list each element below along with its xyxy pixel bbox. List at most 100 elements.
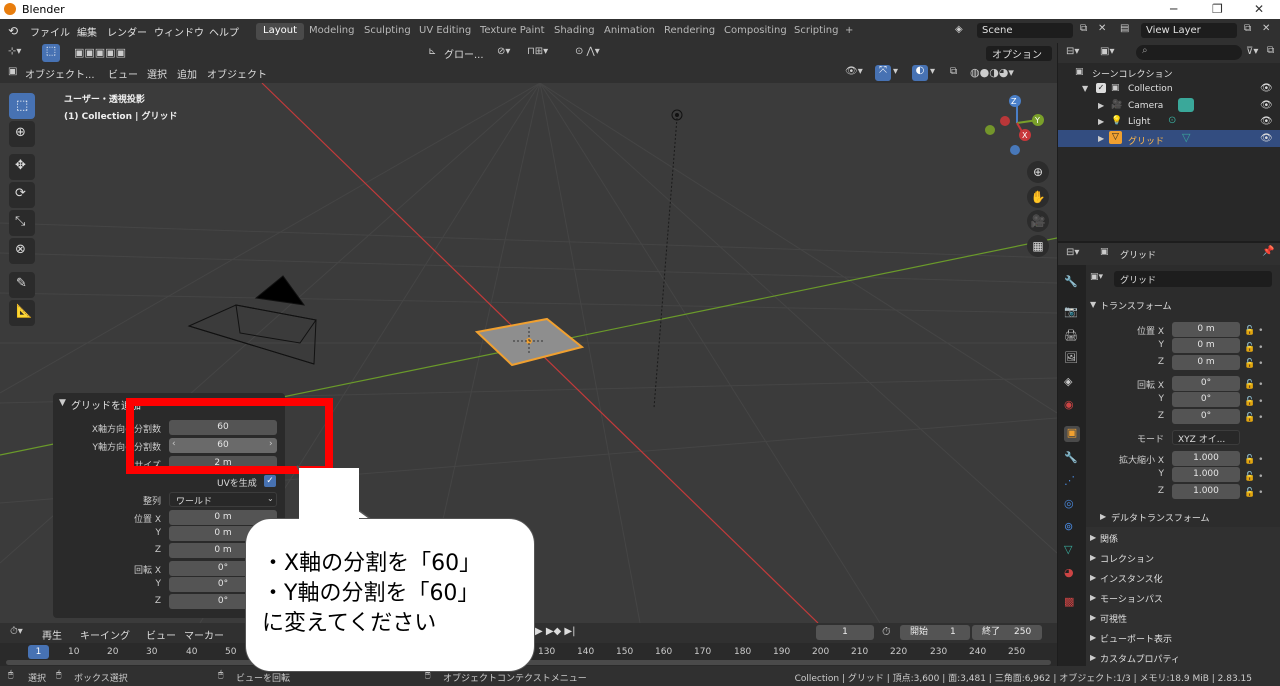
overlay-dropdown-icon[interactable]: ▾ (930, 66, 935, 77)
add-workspace-button[interactable]: + (838, 23, 860, 40)
proportional-edit-icon[interactable]: ⊙ ⋀▾ (575, 46, 600, 57)
tab-sculpting[interactable]: Sculpting (357, 23, 418, 40)
view-layer-field[interactable]: View Layer (1141, 23, 1237, 38)
menu-window[interactable]: ウィンドウ (154, 24, 204, 39)
camera-view-button[interactable]: 🎥 (1027, 210, 1049, 232)
lock-icons-column[interactable]: 🔓 • 🔓 • 🔓 • (1244, 377, 1263, 427)
physics-tab-icon[interactable]: ◎ (1064, 497, 1080, 513)
expand-arrow-icon[interactable]: ▶ (1098, 117, 1104, 126)
tool-tab-icon[interactable]: 🔧 (1064, 275, 1080, 291)
render-tab-icon[interactable]: 📷 (1064, 305, 1080, 321)
ortho-toggle-button[interactable]: ▦ (1027, 235, 1049, 257)
delta-transform-panel[interactable]: デルタトランスフォーム (1111, 511, 1210, 524)
collections-panel[interactable]: コレクション (1100, 552, 1154, 565)
menu-marker[interactable]: マーカー (184, 627, 224, 642)
prop-scale-y-field[interactable]: 1.000 (1172, 467, 1240, 482)
collection-checkbox[interactable]: ✓ (1096, 83, 1106, 93)
align-select[interactable]: ワールド (169, 492, 277, 507)
outliner-editor-icon[interactable]: ⊟▾ (1066, 46, 1079, 57)
eye-icon[interactable]: 👁 (1260, 116, 1273, 127)
lock-icons-column[interactable]: 🔓 • 🔓 • 🔓 • (1244, 323, 1263, 373)
custom-properties-panel[interactable]: カスタムプロパティ (1100, 652, 1180, 665)
scene-tab-icon[interactable]: ◈ (1064, 375, 1080, 391)
generate-uv-checkbox[interactable]: ✓ (264, 475, 276, 487)
scene-collection-label[interactable]: シーンコレクション (1092, 67, 1173, 80)
mode-select[interactable]: オブジェクト... (25, 66, 95, 81)
material-tab-icon[interactable]: ◕ (1064, 566, 1080, 582)
eye-icon[interactable]: 👁 (1260, 100, 1273, 111)
constraints-tab-icon[interactable]: ⊚ (1064, 520, 1080, 536)
output-tab-icon[interactable]: 🖨 (1064, 329, 1080, 345)
display-mode-icon[interactable]: ▣▾ (1100, 46, 1114, 57)
expand-arrow-icon[interactable]: ▶ (1098, 101, 1104, 110)
prop-rotation-x-field[interactable]: 0° (1172, 376, 1240, 391)
view-layer-tab-icon[interactable]: 🖼 (1064, 351, 1080, 367)
tab-animation[interactable]: Animation (597, 23, 662, 40)
tab-shading[interactable]: Shading (547, 23, 602, 40)
new-collection-icon[interactable]: ⧉ (1267, 45, 1274, 56)
menu-keying[interactable]: キーイング (80, 627, 130, 642)
prop-location-z-field[interactable]: 0 m (1172, 355, 1240, 370)
expand-arrow-icon[interactable]: ▶ (1090, 633, 1096, 642)
new-view-layer-icon[interactable]: ⧉ (1244, 23, 1251, 34)
outliner-item-camera[interactable]: Camera (1128, 101, 1163, 111)
expand-arrow-icon[interactable]: ▶ (1090, 593, 1096, 602)
expand-arrow-icon[interactable]: ▶ (1090, 533, 1096, 542)
menu-object[interactable]: オブジェクト (207, 66, 267, 81)
menu-playback[interactable]: 再生 (42, 627, 62, 642)
tab-modeling[interactable]: Modeling (302, 23, 362, 40)
expand-arrow-icon[interactable]: ▶ (1090, 553, 1096, 562)
menu-file[interactable]: ファイル (30, 24, 70, 39)
motion-paths-panel[interactable]: モーションパス (1100, 592, 1163, 605)
object-name-field[interactable]: グリッド (1114, 271, 1272, 287)
transform-tool-button[interactable]: ⊗ (9, 238, 35, 264)
blender-menu-icon[interactable]: ⟲ (8, 24, 18, 38)
pivot-point-icon[interactable]: ⊘▾ (497, 46, 510, 57)
delete-view-layer-icon[interactable]: ✕ (1262, 23, 1270, 34)
zoom-button[interactable]: ⊕ (1027, 161, 1049, 183)
eye-icon[interactable]: 👁 (1260, 83, 1273, 94)
transform-panel-title[interactable]: トランスフォーム (1100, 299, 1172, 312)
move-tool-button[interactable]: ✥ (9, 154, 35, 180)
annotate-tool-button[interactable]: ✎ (9, 272, 35, 298)
rotate-tool-button[interactable]: ⟳ (9, 182, 35, 208)
tab-rendering[interactable]: Rendering (657, 23, 722, 40)
expand-arrow-icon[interactable]: ▼ (1090, 300, 1096, 309)
relations-panel[interactable]: 関係 (1100, 532, 1118, 545)
expand-arrow-icon[interactable]: ▶ (1090, 653, 1096, 662)
menu-add[interactable]: 追加 (177, 66, 197, 81)
prop-rotation-y-field[interactable]: 0° (1172, 392, 1240, 407)
end-frame-field[interactable]: 終了 250 (972, 625, 1042, 640)
texture-tab-icon[interactable]: ▩ (1064, 595, 1080, 611)
prop-rotation-z-field[interactable]: 0° (1172, 409, 1240, 424)
visibility-panel[interactable]: 可視性 (1100, 612, 1127, 625)
close-button[interactable]: ✕ (1254, 2, 1264, 16)
expand-arrow-icon[interactable]: ▶ (1090, 613, 1096, 622)
panel-collapse-icon[interactable]: ▼ (59, 398, 66, 408)
shading-mode-icons[interactable]: ◍●◑◕▾ (970, 66, 1014, 79)
gizmo-toggle-icon[interactable]: ⤧ (875, 65, 891, 81)
lock-icons-column[interactable]: 🔓 • 🔓 • 🔓 • (1244, 452, 1263, 502)
tab-scripting[interactable]: Scripting (787, 23, 845, 40)
expand-arrow-icon[interactable]: ▶ (1098, 134, 1104, 143)
outliner-item-grid[interactable]: グリッド (1128, 134, 1164, 147)
maximize-button[interactable]: ❐ (1212, 2, 1223, 16)
world-tab-icon[interactable]: ◉ (1064, 398, 1080, 414)
delete-scene-icon[interactable]: ✕ (1098, 23, 1106, 34)
rotation-mode-select[interactable]: XYZ オイ... (1172, 430, 1240, 445)
scale-tool-button[interactable]: ⤡ (9, 210, 35, 236)
stopwatch-icon[interactable]: ⏱ (882, 625, 891, 639)
tab-compositing[interactable]: Compositing (717, 23, 794, 40)
prop-location-y-field[interactable]: 0 m (1172, 338, 1240, 353)
object-tab-icon[interactable]: ▣ (1064, 426, 1080, 442)
pan-button[interactable]: ✋ (1027, 186, 1049, 208)
gizmo-dropdown-icon[interactable]: ▾ (893, 66, 898, 77)
instancing-panel[interactable]: インスタンス化 (1100, 572, 1163, 585)
prop-scale-z-field[interactable]: 1.000 (1172, 484, 1240, 499)
minimize-button[interactable]: ─ (1170, 2, 1177, 16)
current-frame-field[interactable]: 1 (816, 625, 874, 640)
overlay-toggle-icon[interactable]: ◐ (912, 65, 928, 81)
viewport-display-panel[interactable]: ビューポート表示 (1100, 632, 1172, 645)
visibility-icon[interactable]: 👁▾ (845, 66, 863, 77)
new-scene-icon[interactable]: ⧉ (1080, 23, 1087, 34)
